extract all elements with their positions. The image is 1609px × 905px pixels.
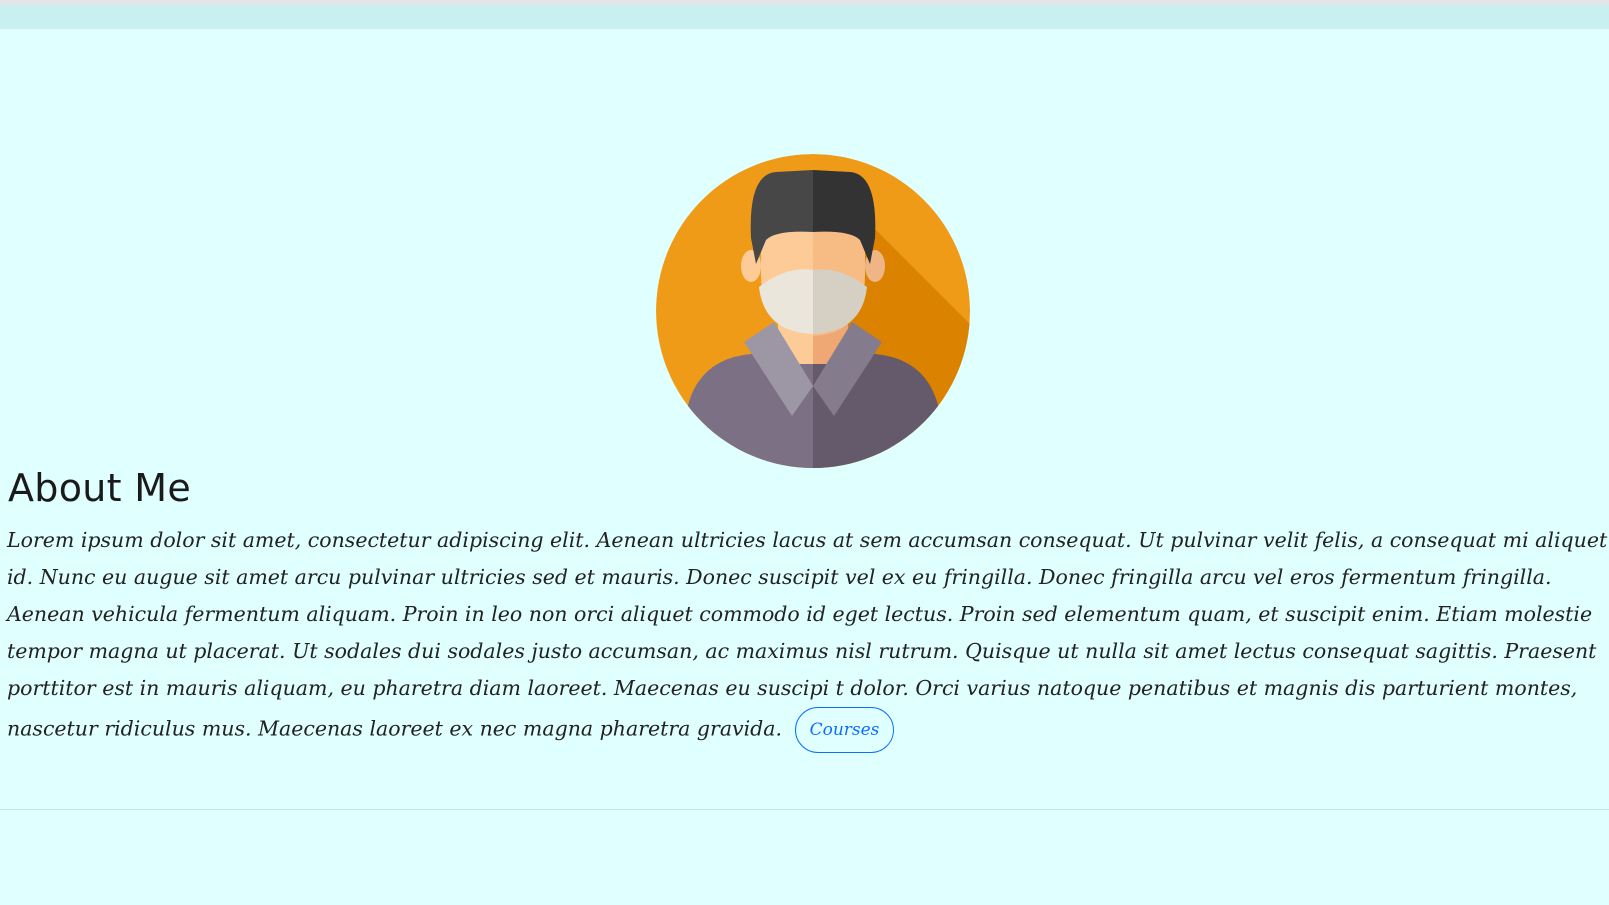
about-heading: About Me [8,466,191,510]
masked-man-avatar-icon [656,154,970,468]
top-bar [0,5,1609,29]
about-paragraph: Lorem ipsum dolor sit amet, consectetur … [7,522,1609,753]
section-divider [0,809,1609,810]
courses-button[interactable]: Courses [794,707,895,753]
